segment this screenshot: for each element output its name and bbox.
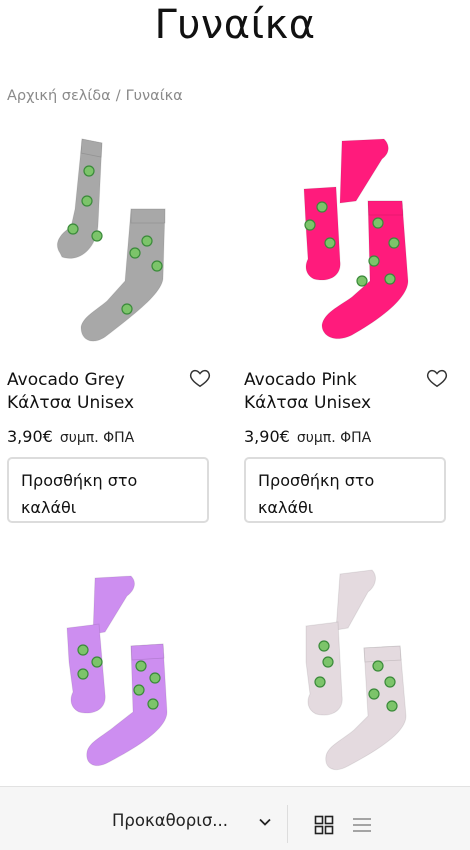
breadcrumb-current: Γυναίκα	[125, 88, 183, 104]
product-price: 3,90€ συμπ. ΦΠΑ	[7, 427, 134, 446]
product-name-line1: Avocado Grey	[7, 370, 125, 390]
breadcrumb: Αρχική σελίδα / Γυναίκα	[7, 88, 183, 104]
sock-pair-image	[305, 569, 407, 771]
product-price: 3,90€ συμπ. ΦΠΑ	[244, 427, 371, 446]
sock-pair-image	[56, 138, 166, 342]
price-vat-label: συμπ. ΦΠΑ	[59, 430, 135, 446]
product-image[interactable]	[244, 566, 454, 798]
product-name-line1: Avocado Pink	[244, 370, 357, 390]
product-image[interactable]	[7, 131, 217, 363]
heart-icon[interactable]	[189, 367, 211, 389]
grid-view-icon[interactable]	[314, 815, 334, 835]
page-title: Γυναίκα	[154, 2, 316, 48]
product-name[interactable]: Avocado Pink Κάλτσα Unisex	[244, 369, 419, 415]
heart-icon[interactable]	[426, 367, 448, 389]
product-name-line2: Κάλτσα Unisex	[244, 393, 372, 413]
product-image[interactable]	[7, 566, 217, 798]
sock-pair-image	[66, 575, 168, 767]
price-value: 3,90€	[7, 427, 53, 446]
product-name[interactable]: Avocado Grey Κάλτσα Unisex	[7, 369, 182, 415]
breadcrumb-home-link[interactable]: Αρχική σελίδα	[7, 88, 111, 104]
price-vat-label: συμπ. ΦΠΑ	[296, 430, 372, 446]
add-to-cart-button[interactable]: Προσθήκη στο καλάθι	[244, 457, 446, 523]
toolbar-divider	[287, 805, 288, 843]
add-to-cart-button[interactable]: Προσθήκη στο καλάθι	[7, 457, 209, 523]
product-image[interactable]	[244, 131, 454, 363]
sort-select[interactable]: Προκαθορισ...	[112, 811, 228, 830]
product-name-line2: Κάλτσα Unisex	[7, 393, 135, 413]
chevron-down-icon[interactable]	[258, 815, 272, 829]
sort-toolbar: Προκαθορισ...	[0, 786, 470, 850]
list-view-icon[interactable]	[352, 815, 372, 835]
price-value: 3,90€	[244, 427, 290, 446]
sock-pair-image	[303, 138, 409, 340]
breadcrumb-separator: /	[115, 88, 121, 104]
